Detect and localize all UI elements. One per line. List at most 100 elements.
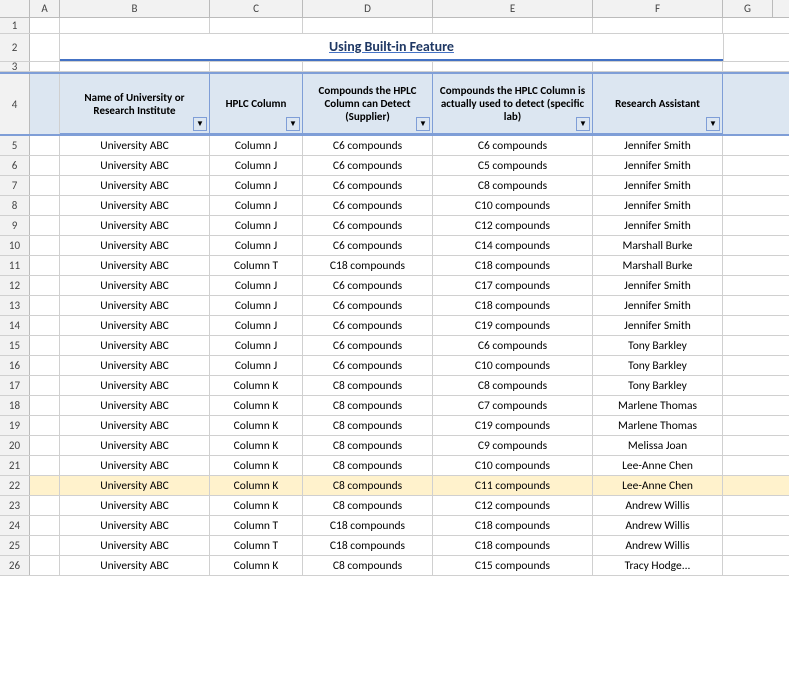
cell-11c: Column T [210, 256, 303, 275]
rownum-1: 1 [0, 18, 30, 33]
row-5: 5 University ABC Column J C6 compounds C… [0, 136, 789, 156]
cell-14e: C19 compounds [433, 316, 593, 335]
filter-dropdown-d[interactable]: ▼ [416, 117, 430, 131]
cell-2a [30, 34, 60, 61]
cell-17d: C8 compounds [303, 376, 433, 395]
rownum-12: 12 [0, 276, 30, 295]
cell-21c: Column K [210, 456, 303, 475]
filter-dropdown-b[interactable]: ▼ [193, 117, 207, 131]
cell-16a [30, 356, 60, 375]
cell-19f: Marlene Thomas [593, 416, 723, 435]
cell-10a [30, 236, 60, 255]
cell-7d: C6 compounds [303, 176, 433, 195]
cell-21a [30, 456, 60, 475]
col-header-c: C [210, 0, 303, 17]
cell-20a [30, 436, 60, 455]
cell-19c: Column K [210, 416, 303, 435]
row-3: 3 [0, 62, 789, 72]
cell-22e: C11 compounds [433, 476, 593, 495]
cell-14g [723, 316, 773, 335]
cell-26d: C8 compounds [303, 556, 433, 575]
rownum-2: 2 [0, 34, 30, 61]
cell-17a [30, 376, 60, 395]
cell-6b: University ABC [60, 156, 210, 175]
cell-9c: Column J [210, 216, 303, 235]
title-cell: Using Built-in Feature [60, 34, 723, 61]
row-19: 19 University ABC Column K C8 compounds … [0, 416, 789, 436]
row-16: 16 University ABC Column J C6 compounds … [0, 356, 789, 376]
cell-17f: Tony Barkley [593, 376, 723, 395]
cell-19a [30, 416, 60, 435]
row-13: 13 University ABC Column J C6 compounds … [0, 296, 789, 316]
cell-8d: C6 compounds [303, 196, 433, 215]
cell-11b: University ABC [60, 256, 210, 275]
spreadsheet: A B C D E F G 1 2 Using Built-in Feature [0, 0, 789, 688]
cell-7e: C8 compounds [433, 176, 593, 195]
cell-26g [723, 556, 773, 575]
cell-3c [210, 62, 303, 71]
filter-dropdown-e[interactable]: ▼ [576, 117, 590, 131]
cell-14c: Column J [210, 316, 303, 335]
col-header-f: F [593, 0, 723, 17]
cell-5e: C6 compounds [433, 136, 593, 155]
cell-1f [593, 18, 723, 33]
cell-20e: C9 compounds [433, 436, 593, 455]
cell-25a [30, 536, 60, 555]
cell-1c [210, 18, 303, 33]
cell-12c: Column J [210, 276, 303, 295]
header-compounds-supplier: Compounds the HPLC Column can Detect (Su… [303, 74, 433, 134]
cell-16e: C10 compounds [433, 356, 593, 375]
row-11: 11 University ABC Column T C18 compounds… [0, 256, 789, 276]
cell-9f: Jennifer Smith [593, 216, 723, 235]
cell-24f: Andrew Willis [593, 516, 723, 535]
cell-9b: University ABC [60, 216, 210, 235]
row-2: 2 Using Built-in Feature [0, 34, 789, 62]
cell-23c: Column K [210, 496, 303, 515]
cell-20g [723, 436, 773, 455]
cell-3f [593, 62, 723, 71]
cell-16f: Tony Barkley [593, 356, 723, 375]
cell-22a [30, 476, 60, 495]
row-26: 26 University ABC Column K C8 compounds … [0, 556, 789, 576]
cell-13e: C18 compounds [433, 296, 593, 315]
cell-25b: University ABC [60, 536, 210, 555]
rownum-14: 14 [0, 316, 30, 335]
cell-6e: C5 compounds [433, 156, 593, 175]
col-header-g: G [723, 0, 773, 17]
cell-20b: University ABC [60, 436, 210, 455]
cell-1a [30, 18, 60, 33]
row-14: 14 University ABC Column J C6 compounds … [0, 316, 789, 336]
cell-5c: Column J [210, 136, 303, 155]
cell-7c: Column J [210, 176, 303, 195]
cell-6d: C6 compounds [303, 156, 433, 175]
cell-26f: Tracy Hodge... [593, 556, 723, 575]
rownum-24: 24 [0, 516, 30, 535]
cell-26a [30, 556, 60, 575]
header-hplc-column: HPLC Column ▼ [210, 74, 303, 134]
cell-25c: Column T [210, 536, 303, 555]
cell-1g [723, 18, 773, 33]
col-header-a: A [30, 0, 60, 17]
cell-25f: Andrew Willis [593, 536, 723, 555]
cell-21e: C10 compounds [433, 456, 593, 475]
col-header-e: E [433, 0, 593, 17]
cell-13f: Jennifer Smith [593, 296, 723, 315]
cell-14d: C6 compounds [303, 316, 433, 335]
cell-12a [30, 276, 60, 295]
rownum-6: 6 [0, 156, 30, 175]
cell-12b: University ABC [60, 276, 210, 295]
cell-4a [30, 74, 60, 134]
cell-11a [30, 256, 60, 275]
cell-21b: University ABC [60, 456, 210, 475]
filter-dropdown-f[interactable]: ▼ [706, 117, 720, 131]
cell-19g [723, 416, 773, 435]
cell-4g [723, 74, 773, 134]
cell-10g [723, 236, 773, 255]
col-header-b: B [60, 0, 210, 17]
corner-cell [0, 0, 30, 17]
cell-9d: C6 compounds [303, 216, 433, 235]
cell-23f: Andrew Willis [593, 496, 723, 515]
row-7: 7 University ABC Column J C6 compounds C… [0, 176, 789, 196]
filter-dropdown-c[interactable]: ▼ [286, 117, 300, 131]
cell-12g [723, 276, 773, 295]
